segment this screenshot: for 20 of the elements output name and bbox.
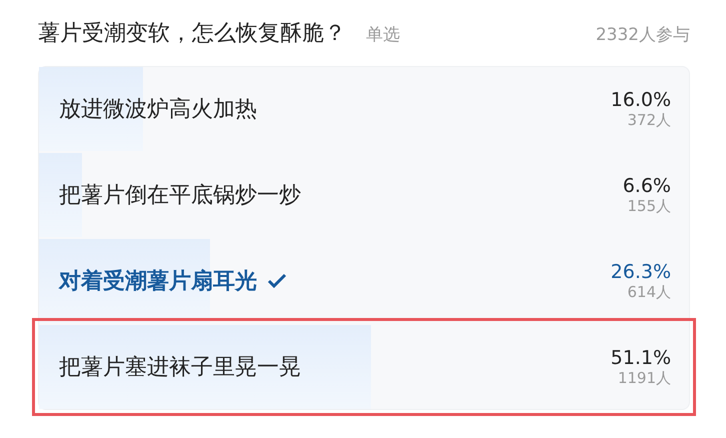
poll-option[interactable]: 把薯片倒在平底锅炒一炒 6.6% 155人 — [39, 153, 689, 237]
check-icon — [267, 273, 287, 289]
option-percent: 26.3% — [610, 260, 671, 282]
option-label: 放进微波炉高火加热 — [59, 96, 257, 124]
option-label: 对着受潮薯片扇耳光 — [59, 268, 257, 296]
option-votes: 614人 — [627, 282, 671, 302]
option-votes: 155人 — [627, 196, 671, 216]
option-percent: 6.6% — [622, 174, 671, 196]
participant-count: 2332人参与 — [596, 24, 690, 46]
poll-option[interactable]: 对着受潮薯片扇耳光 26.3% 614人 — [39, 239, 689, 323]
option-votes: 1191人 — [618, 368, 671, 388]
poll-mode: 单选 — [366, 24, 400, 46]
option-label: 把薯片塞进袜子里晃一晃 — [59, 354, 301, 382]
option-label: 把薯片倒在平底锅炒一炒 — [59, 182, 301, 210]
option-percent: 51.1% — [610, 346, 671, 368]
poll-option[interactable]: 放进微波炉高火加热 16.0% 372人 — [39, 67, 689, 151]
option-votes: 372人 — [627, 110, 671, 130]
poll-question: 薯片受潮变软，怎么恢复酥脆？ — [38, 20, 346, 48]
option-percent: 16.0% — [610, 88, 671, 110]
highlighted-poll-option[interactable]: 把薯片塞进袜子里晃一晃 51.1% 1191人 — [39, 325, 689, 409]
